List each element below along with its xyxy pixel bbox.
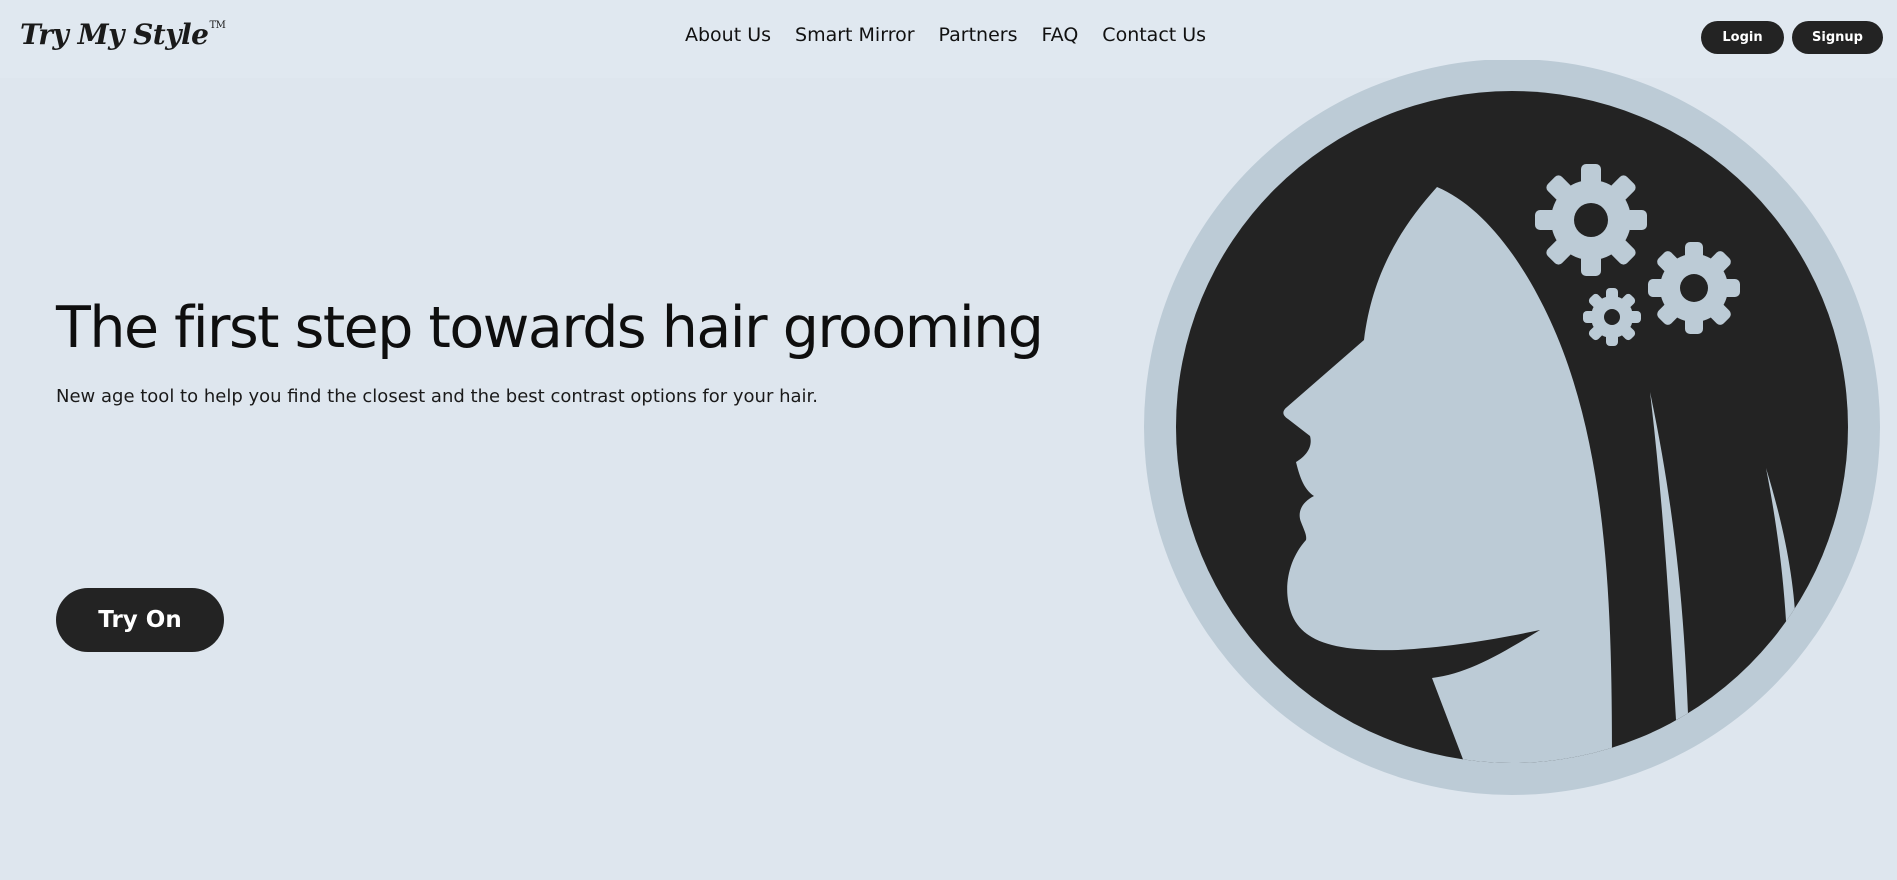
hero-title: The first step towards hair grooming <box>56 295 1044 361</box>
brand-name: Try My Style <box>20 18 209 51</box>
hero-subtitle: New age tool to help you find the closes… <box>56 386 818 407</box>
trademark-mark: TM <box>209 20 226 31</box>
nav-smart-mirror[interactable]: Smart Mirror <box>795 24 915 46</box>
try-on-button[interactable]: Try On <box>56 588 224 652</box>
nav-contact-us[interactable]: Contact Us <box>1102 24 1206 46</box>
signup-button[interactable]: Signup <box>1792 21 1883 54</box>
brand-logo[interactable]: Try My StyleTM <box>20 18 226 51</box>
main-nav: About Us Smart Mirror Partners FAQ Conta… <box>685 24 1206 46</box>
auth-buttons: Login Signup <box>1701 21 1883 54</box>
nav-partners[interactable]: Partners <box>939 24 1018 46</box>
nav-faq[interactable]: FAQ <box>1041 24 1078 46</box>
login-button[interactable]: Login <box>1701 21 1784 54</box>
woman-profile-with-gears-icon <box>1144 60 1880 795</box>
nav-about-us[interactable]: About Us <box>685 24 771 46</box>
hero-illustration <box>1140 60 1890 800</box>
